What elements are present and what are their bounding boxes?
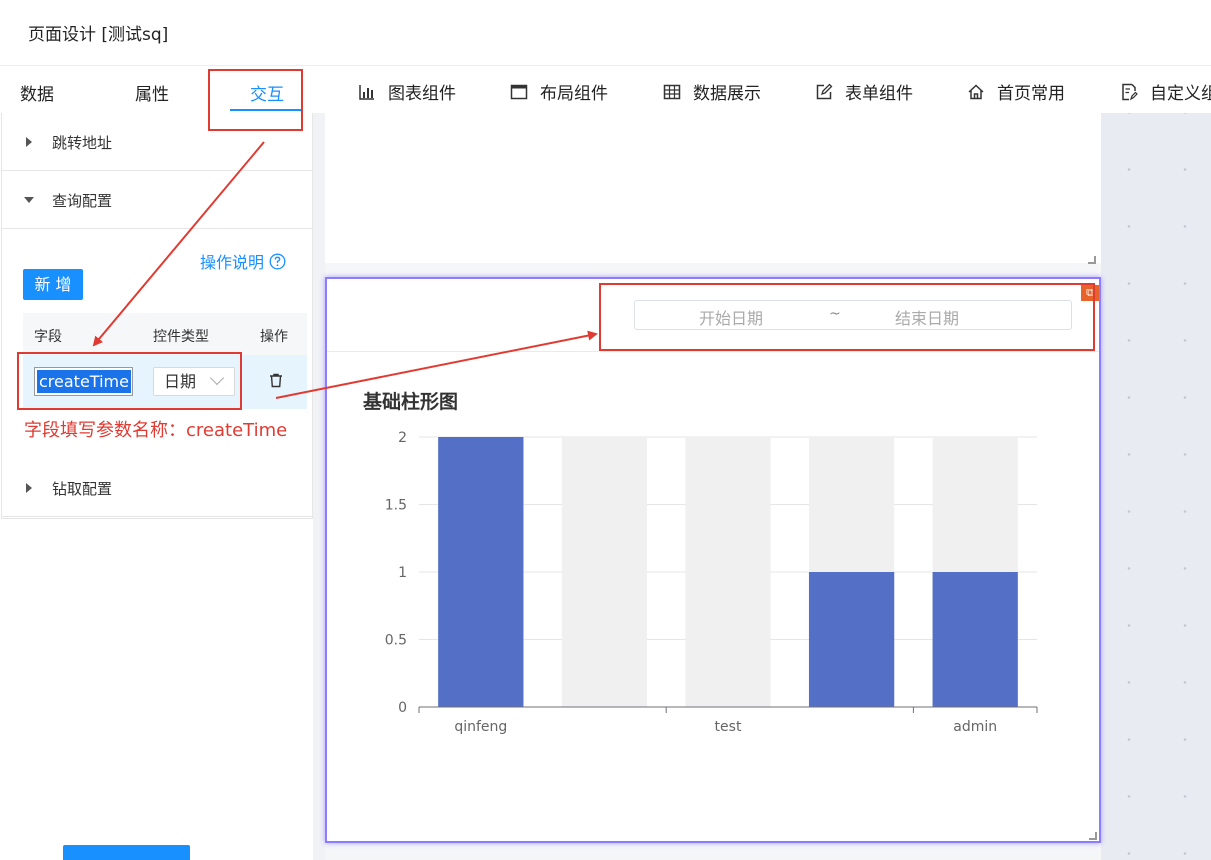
toolbar-custom-components[interactable]: 自定义组: [1120, 79, 1211, 104]
bar-background: [561, 437, 648, 707]
question-circle-icon: [269, 253, 286, 269]
left-tabs: 数据 属性 交互: [0, 66, 313, 114]
x-tick-label: admin: [953, 719, 997, 735]
widget-placeholder[interactable]: [325, 113, 1101, 263]
accordion-query-config[interactable]: 查询配置: [2, 171, 312, 229]
toolbar-layout-components[interactable]: 布局组件: [510, 79, 608, 104]
title-bar: 页面设计 [测试sq]: [0, 0, 1211, 66]
y-tick-label: 0: [398, 700, 407, 716]
x-tick-label: test: [715, 719, 742, 735]
help-link[interactable]: 操作说明: [200, 249, 286, 273]
toolbar-label: 数据展示: [693, 84, 761, 104]
caret-right-icon: [26, 137, 32, 147]
canvas-grid-dots: [1101, 113, 1211, 860]
bar: [932, 572, 1018, 707]
chevron-down-icon: [209, 370, 225, 386]
chart-widget[interactable]: ⧉ 开始日期 ~ 结束日期 基础柱形图 0 0.5 1 1.5 2 qinfeng test…: [325, 277, 1101, 843]
custom-icon: [1122, 83, 1138, 100]
interaction-panel: 跳转地址 查询配置 操作说明 新 增 字段 控件类型 操作 createTime: [0, 113, 313, 860]
field-name-value: createTime: [37, 370, 131, 393]
col-control-type: 控件类型: [153, 329, 209, 345]
table-row: createTime 日期: [23, 355, 307, 409]
resize-handle[interactable]: [1089, 832, 1097, 840]
table-icon: [663, 84, 681, 99]
y-tick-label: 1: [398, 565, 407, 581]
control-type-select[interactable]: 日期: [153, 367, 235, 396]
accordion-label: 查询配置: [52, 192, 113, 210]
page-designer: 页面设计 [测试sq] 数据 属性 交互 图表组件 布局组件 数据展示 表单组件…: [0, 0, 1211, 860]
col-action: 操作: [260, 329, 288, 345]
bar-chart: 0 0.5 1 1.5 2 qinfeng test admin: [385, 430, 1038, 735]
tab-interaction[interactable]: 交互: [250, 80, 284, 105]
layout-icon: [510, 84, 528, 99]
accordion-label: 跳转地址: [52, 134, 113, 152]
query-table-header: 字段 控件类型 操作: [23, 313, 307, 355]
component-toolbar: 图表组件 布局组件 数据展示 表单组件 首页常用 自定义组: [330, 66, 1211, 114]
bar-background: [685, 437, 771, 707]
design-canvas: ⧉ 开始日期 ~ 结束日期 基础柱形图 0 0.5 1 1.5 2 qinfeng test…: [313, 113, 1211, 860]
panel-box: 跳转地址 查询配置 操作说明 新 增 字段 控件类型 操作 createTime: [1, 113, 313, 519]
help-label: 操作说明: [200, 253, 265, 272]
toolbar-data-display[interactable]: 数据展示: [663, 79, 761, 104]
toolbar-form-components[interactable]: 表单组件: [815, 79, 913, 104]
bar-chart-icon: [359, 84, 374, 100]
date-separator: ~: [829, 306, 841, 322]
accordion-drill-config[interactable]: 钻取配置: [2, 459, 312, 517]
control-type-value: 日期: [164, 372, 197, 391]
col-field: 字段: [34, 329, 62, 345]
toolbar-label: 首页常用: [997, 84, 1065, 104]
add-button[interactable]: 新 增: [23, 269, 83, 300]
toolbar-label: 自定义组: [1150, 84, 1211, 104]
accordion-jump-url[interactable]: 跳转地址: [2, 113, 312, 171]
tab-properties[interactable]: 属性: [135, 80, 169, 105]
date-range-picker[interactable]: 开始日期 ~ 结束日期: [634, 300, 1072, 330]
bar: [808, 572, 895, 707]
y-tick-label: 0.5: [385, 633, 407, 649]
end-date-placeholder: 结束日期: [895, 309, 960, 328]
resize-handle[interactable]: [1088, 256, 1096, 264]
accordion-label: 钻取配置: [52, 480, 113, 498]
bar: [438, 437, 524, 707]
annotation-note: 字段填写参数名称：createTime: [24, 420, 288, 441]
toolbar-chart-components[interactable]: 图表组件: [358, 79, 456, 104]
chart-title: 基础柱形图: [363, 391, 459, 413]
start-date-placeholder: 开始日期: [699, 309, 764, 328]
home-icon: [968, 83, 984, 99]
widget-copy-icon[interactable]: ⧉: [1081, 285, 1099, 301]
window-title: 页面设计 [测试sq]: [28, 25, 169, 45]
field-name-input[interactable]: createTime: [34, 367, 133, 396]
form-edit-icon: [816, 83, 833, 99]
toolbar-label: 图表组件: [388, 84, 456, 104]
divider: [327, 351, 1099, 352]
x-tick-label: qinfeng: [454, 719, 507, 735]
toolbar-label: 布局组件: [540, 84, 608, 104]
delete-icon[interactable]: [269, 373, 283, 388]
toolbar-label: 表单组件: [845, 84, 913, 104]
y-tick-label: 1.5: [385, 498, 407, 514]
tab-data[interactable]: 数据: [20, 80, 54, 105]
active-tab-indicator: [230, 109, 302, 111]
toolbar-home-common[interactable]: 首页常用: [967, 79, 1065, 104]
caret-down-icon: [24, 197, 34, 203]
y-tick-label: 2: [398, 430, 407, 446]
bottom-action-button[interactable]: [63, 845, 190, 860]
caret-right-icon: [26, 483, 32, 493]
